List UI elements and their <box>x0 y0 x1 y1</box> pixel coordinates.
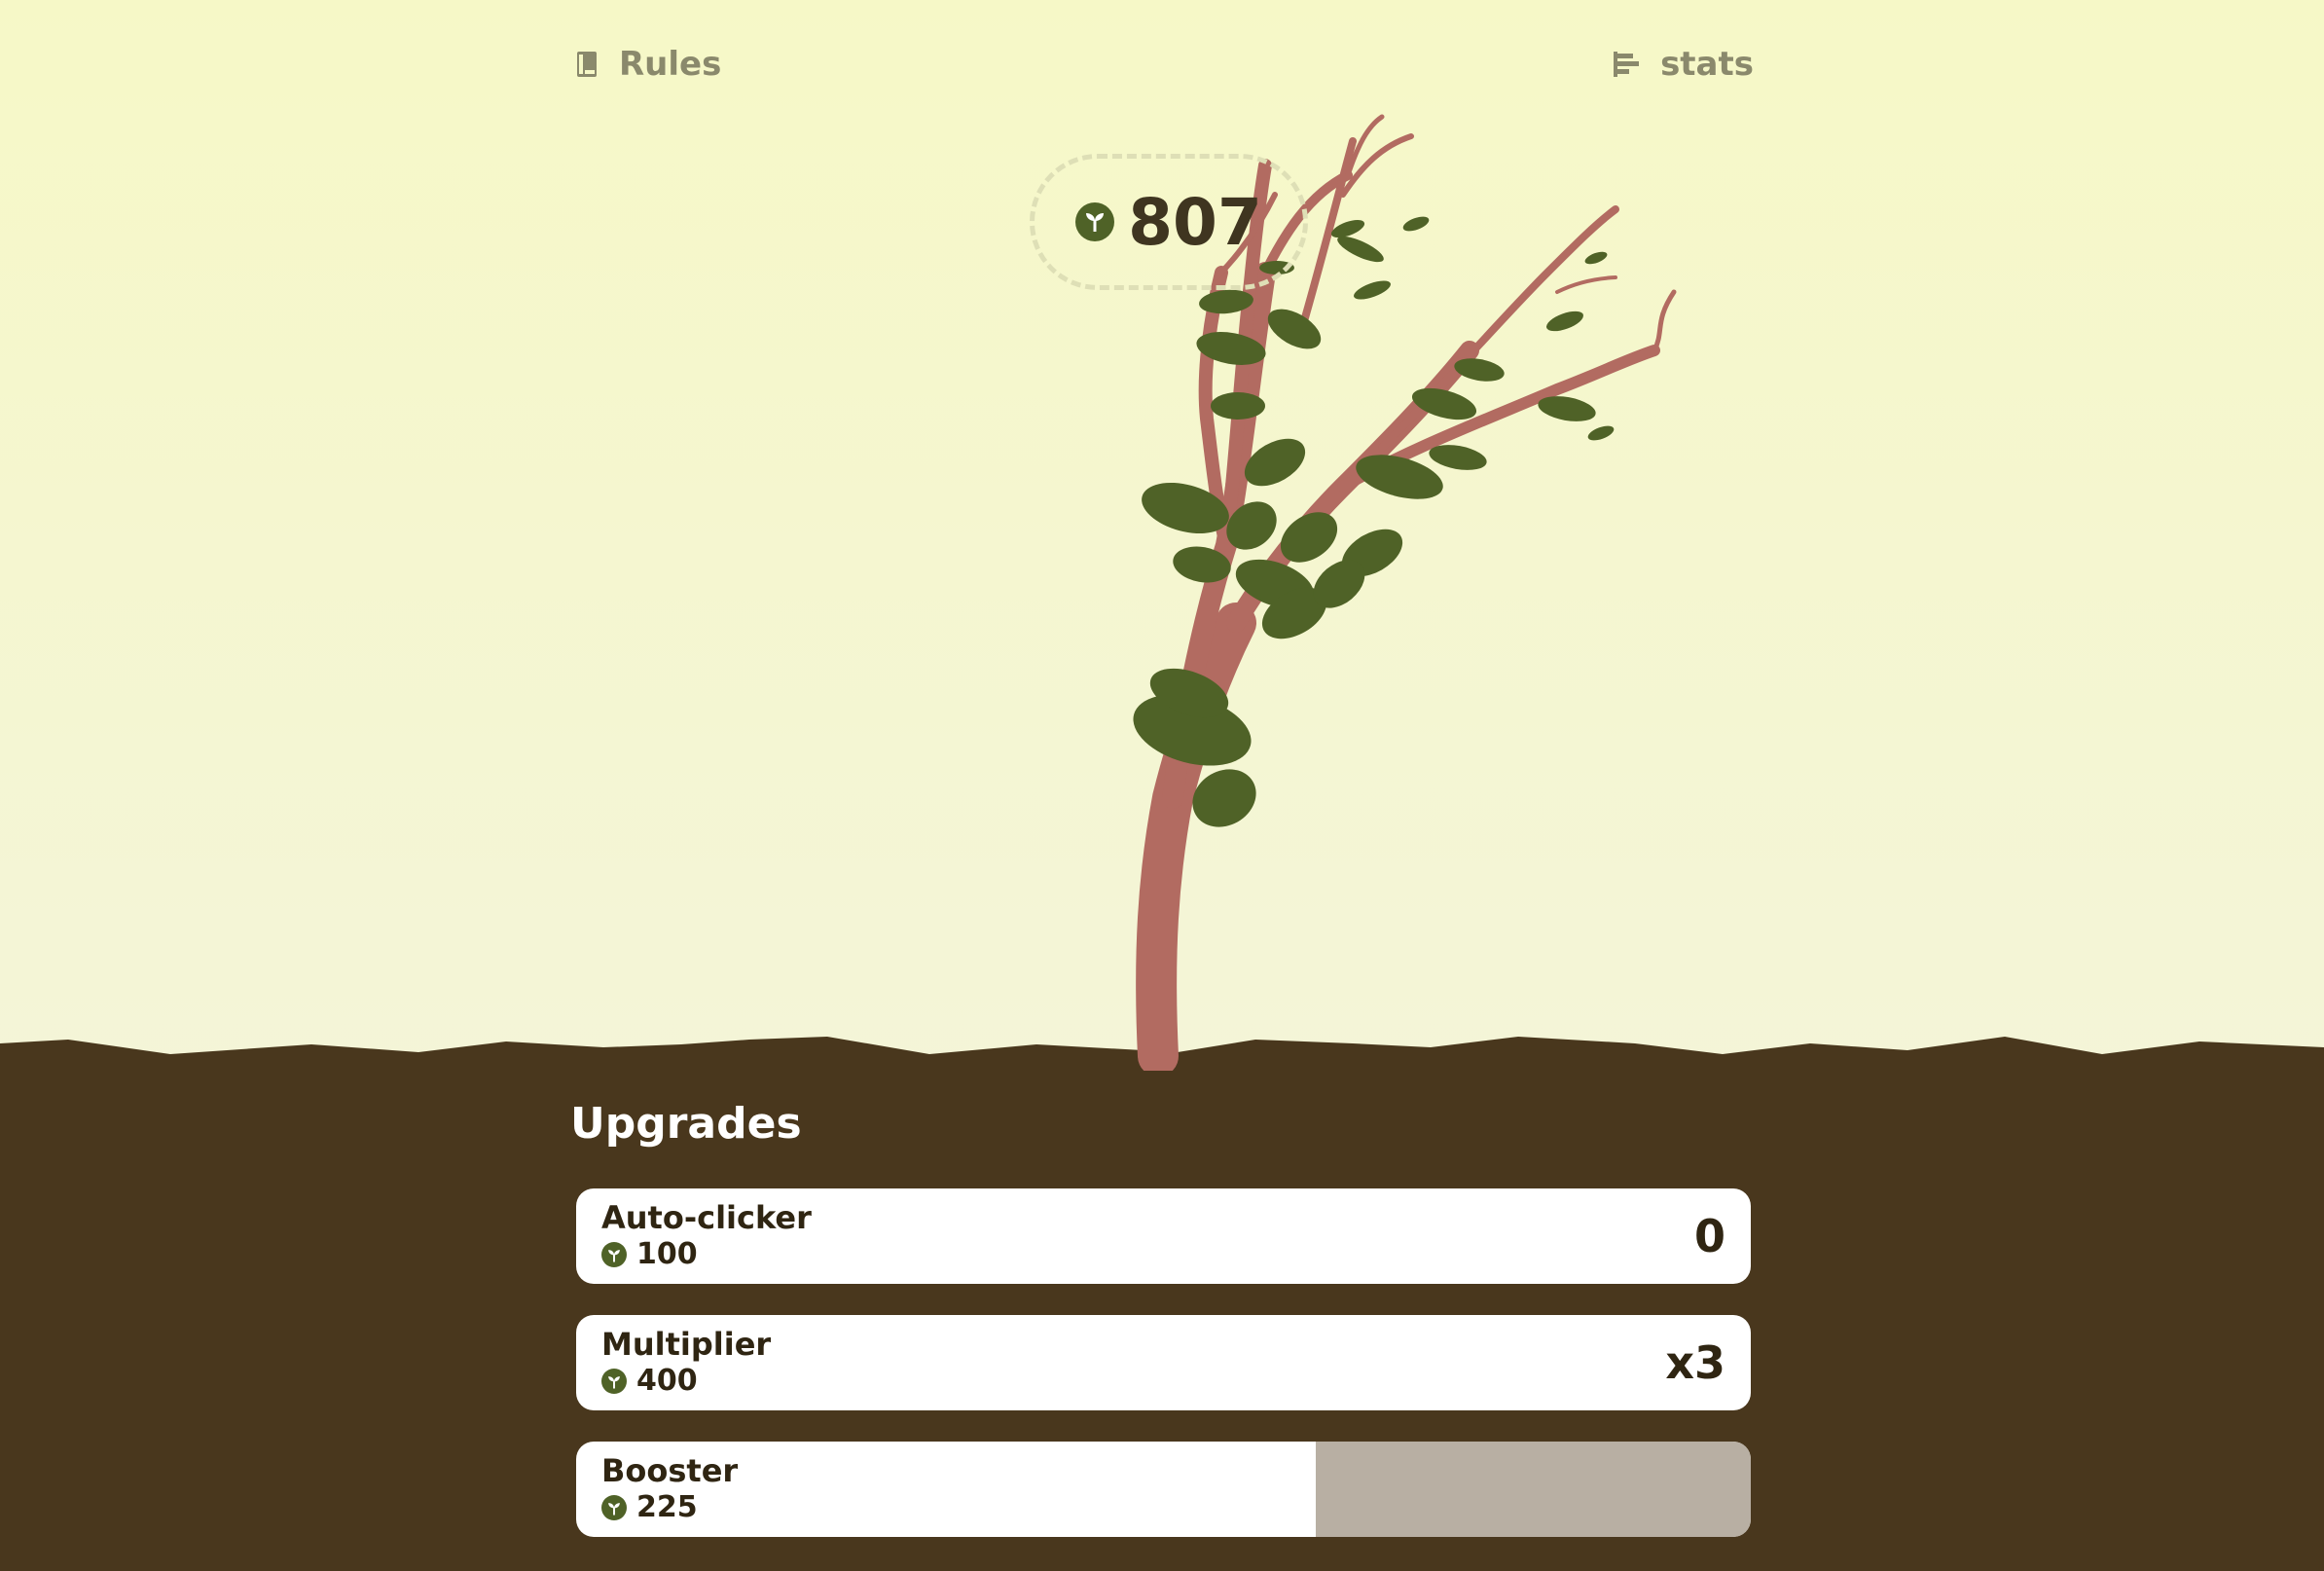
upgrade-booster[interactable]: Booster 225 <box>576 1442 1751 1537</box>
upgrade-multiplier[interactable]: Multiplier 400 x3 <box>576 1315 1751 1410</box>
sprout-coin-icon <box>601 1369 627 1394</box>
upgrade-cost: 100 <box>601 1237 812 1272</box>
upgrades-title: Upgrades <box>570 1099 802 1149</box>
upgrade-info: Booster 225 <box>601 1451 738 1525</box>
score-value: 807 <box>1128 184 1262 260</box>
upgrade-cost-value: 225 <box>636 1490 698 1524</box>
sprout-coin-icon <box>601 1495 627 1520</box>
upgrade-info: Auto-clicker 100 <box>601 1198 812 1272</box>
upgrade-auto-clicker[interactable]: Auto-clicker 100 0 <box>576 1188 1751 1284</box>
tree-leaves <box>1133 216 1615 827</box>
sprout-coin-icon <box>1075 202 1115 241</box>
score-badge: 807 <box>1030 154 1308 290</box>
upgrade-cost: 225 <box>601 1490 738 1525</box>
upgrade-info: Multiplier 400 <box>601 1325 771 1399</box>
upgrade-name: Booster <box>601 1452 739 1489</box>
upgrade-name: Multiplier <box>601 1326 772 1363</box>
upgrades-panel: Upgrades Auto-clicker 100 0 Multiplier 4… <box>570 1095 1754 1568</box>
upgrade-name: Auto-clicker <box>601 1199 812 1236</box>
upgrade-cost-value: 400 <box>636 1364 698 1398</box>
upgrade-level: 0 <box>1693 1210 1725 1262</box>
upgrade-cost: 400 <box>601 1364 771 1399</box>
upgrade-level: x3 <box>1665 1336 1725 1389</box>
upgrade-cost-value: 100 <box>636 1237 698 1271</box>
booster-cooldown-bar <box>1316 1442 1751 1537</box>
sprout-coin-icon <box>601 1242 627 1267</box>
